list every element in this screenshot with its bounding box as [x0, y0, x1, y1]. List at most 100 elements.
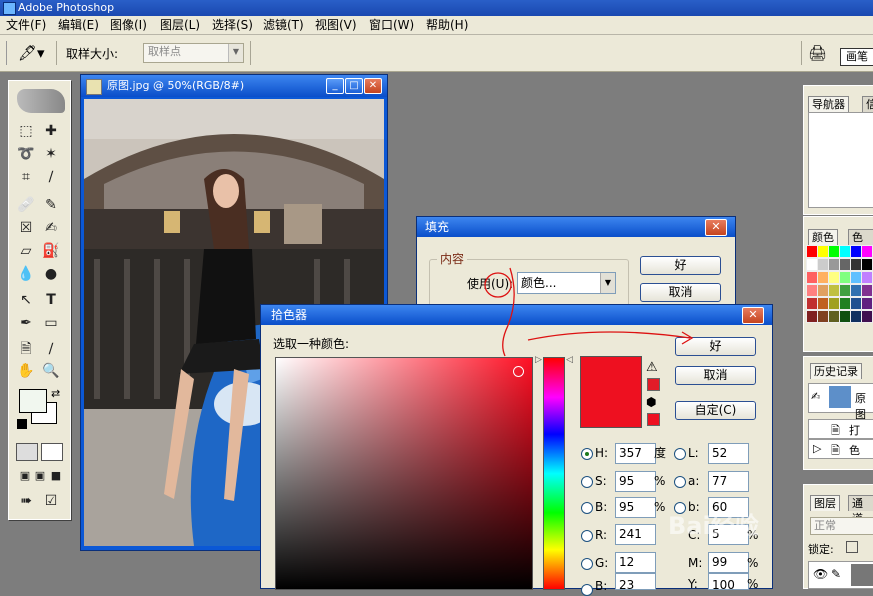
color-field-cursor[interactable] [513, 366, 524, 377]
picker-cancel-button[interactable]: 取消 [675, 366, 756, 385]
history-snapshot-row[interactable]: ✍ 原图 [808, 383, 873, 421]
default-colors-icon[interactable] [17, 419, 27, 429]
sample-size-select[interactable]: 取样点 ▼ [143, 43, 244, 63]
close-button[interactable]: ✕ [742, 307, 764, 324]
g-radio[interactable] [581, 558, 593, 570]
close-button[interactable]: ✕ [364, 78, 382, 94]
menu-help[interactable]: 帮助(H) [424, 17, 470, 33]
tab-info[interactable]: 信 [862, 96, 873, 112]
menu-window[interactable]: 窗口(W) [367, 17, 416, 33]
a-radio[interactable] [674, 476, 686, 488]
tab-history[interactable]: 历史记录 [810, 363, 862, 379]
edit-checkbox-icon[interactable]: ☑ [41, 491, 61, 511]
quick-mask-icon[interactable] [41, 443, 63, 461]
blue-radio[interactable] [581, 584, 593, 596]
blend-mode-select[interactable]: 正常 [810, 517, 873, 535]
minimize-button[interactable]: _ [326, 78, 344, 94]
web-safe-cube-icon[interactable]: ⬢ [646, 395, 656, 409]
pen-tool-icon[interactable]: ✒ [16, 313, 36, 333]
gamut-color-swatch[interactable] [647, 378, 660, 391]
hue-slider-right-arrow-icon[interactable]: ◁ [566, 355, 573, 365]
color-swatch[interactable] [861, 271, 873, 284]
eyedropper-tool-icon[interactable]: ∕ [41, 339, 61, 359]
picker-ok-button[interactable]: 好 [675, 337, 756, 356]
l-field[interactable]: 52 [708, 443, 749, 464]
hand-tool-icon[interactable]: ✋ [16, 361, 36, 381]
fill-ok-button[interactable]: 好 [640, 256, 721, 275]
history-step-row[interactable]: 🗎 打 [808, 419, 873, 439]
eraser-tool-icon[interactable]: ▱ [16, 241, 36, 261]
foreground-color-swatch[interactable] [19, 389, 47, 413]
tab-swatches[interactable]: 色板 [848, 229, 873, 259]
fill-cancel-button[interactable]: 取消 [640, 283, 721, 302]
l-radio[interactable] [674, 448, 686, 460]
tab-navigator[interactable]: 导航器 [808, 96, 849, 112]
move-tool-icon[interactable]: ✚ [41, 121, 61, 141]
r-field[interactable]: 241 [615, 524, 656, 545]
color-field[interactable] [275, 357, 533, 590]
color-swatch[interactable] [861, 284, 873, 297]
y-field[interactable]: 100 [708, 573, 749, 592]
lasso-tool-icon[interactable]: ➰ [16, 144, 36, 164]
swap-colors-icon[interactable]: ⇄ [51, 387, 60, 400]
out-of-gamut-warning-icon[interactable]: ⚠ [646, 360, 658, 375]
lock-transparency-icon[interactable] [846, 541, 858, 553]
h-field[interactable]: 357 [615, 443, 656, 464]
s-field[interactable]: 95 [615, 471, 656, 492]
path-select-icon[interactable]: ↖ [16, 290, 36, 310]
navigator-preview[interactable] [808, 112, 873, 208]
color-swatch[interactable] [861, 245, 873, 258]
tab-layers[interactable]: 图层 [810, 495, 840, 511]
history-step-row[interactable]: ▷ 🗎 色 [808, 439, 873, 459]
palette-well-icon[interactable]: 🖨 [808, 43, 828, 63]
crop-tool-icon[interactable]: ⌗ [16, 167, 36, 187]
clone-stamp-icon[interactable]: ☒ [16, 218, 36, 238]
menu-file[interactable]: 文件(F) [4, 17, 48, 33]
r-radio[interactable] [581, 530, 593, 542]
magic-wand-tool-icon[interactable]: ✶ [41, 144, 61, 164]
brush-palette-tab[interactable]: 画笔 [840, 48, 873, 66]
standard-mode-icon[interactable] [16, 443, 38, 461]
eyedropper-tool-preset-icon[interactable]: 🖋▾ [18, 43, 48, 63]
a-field[interactable]: 77 [708, 471, 749, 492]
blur-tool-icon[interactable]: 💧 [16, 264, 36, 284]
hue-slider[interactable] [543, 357, 565, 590]
tab-color[interactable]: 颜色 [808, 229, 838, 245]
brush-tool-icon[interactable]: ✎ [41, 195, 61, 215]
screen-mode-full-icon[interactable]: ■ [46, 466, 66, 486]
history-brush-icon[interactable]: ✍ [41, 218, 61, 238]
menu-image[interactable]: 图像(I) [108, 17, 149, 33]
tab-channels[interactable]: 通道 [848, 495, 873, 525]
menu-layer[interactable]: 图层(L) [158, 17, 202, 33]
healing-brush-icon[interactable]: 🩹 [16, 195, 36, 215]
m-field[interactable]: 99 [708, 552, 749, 573]
maximize-button[interactable]: □ [345, 78, 363, 94]
type-tool-icon[interactable]: T [41, 290, 61, 310]
zoom-tool-icon[interactable]: 🔍 [41, 361, 61, 381]
color-swatch[interactable] [861, 310, 873, 323]
blue-field[interactable]: 23 [615, 573, 656, 592]
hue-slider-left-arrow-icon[interactable]: ▷ [535, 355, 542, 365]
color-swatch[interactable] [861, 297, 873, 310]
jump-to-imageready-icon[interactable]: ➠ [16, 491, 36, 511]
web-safe-color-swatch[interactable] [647, 413, 660, 426]
menu-filter[interactable]: 滤镜(T) [261, 17, 306, 33]
close-button[interactable]: ✕ [705, 219, 727, 236]
s-radio[interactable] [581, 476, 593, 488]
menu-edit[interactable]: 编辑(E) [56, 17, 101, 33]
slice-tool-icon[interactable]: ∕ [41, 167, 61, 187]
g-field[interactable]: 12 [615, 552, 656, 573]
menu-view[interactable]: 视图(V) [313, 17, 359, 33]
menu-select[interactable]: 选择(S) [210, 17, 255, 33]
marquee-tool-icon[interactable]: ⬚ [16, 121, 36, 141]
use-select[interactable]: 颜色... ▼ [517, 272, 616, 294]
eye-icon[interactable]: 👁 [813, 567, 828, 581]
swatch-grid[interactable] [806, 245, 873, 345]
color-swatch[interactable] [861, 258, 873, 271]
paint-bucket-icon[interactable]: ⛽ [41, 241, 61, 261]
b-field[interactable]: 95 [615, 497, 656, 518]
h-radio[interactable] [581, 448, 593, 460]
rectangle-tool-icon[interactable]: ▭ [41, 313, 61, 333]
custom-colors-button[interactable]: 自定(C) [675, 401, 756, 420]
dodge-tool-icon[interactable]: ● [41, 264, 61, 284]
